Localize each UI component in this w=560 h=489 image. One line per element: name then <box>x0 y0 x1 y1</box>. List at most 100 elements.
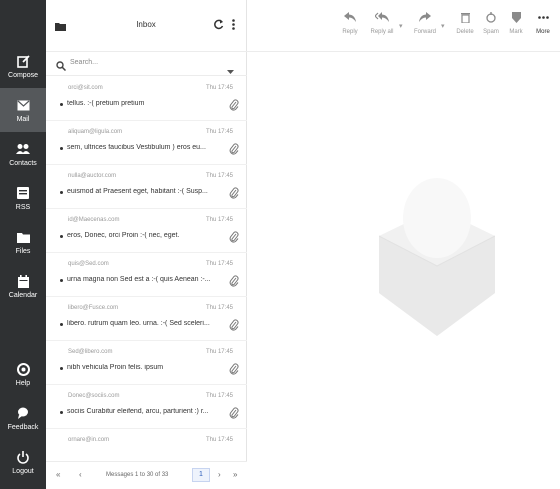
message-date: Thu 17:45 <box>205 437 233 443</box>
message-sender: aliquam@ligula.com <box>68 129 123 135</box>
first-page-button[interactable]: « <box>56 470 60 479</box>
reply-all-button[interactable]: Reply all <box>365 10 399 46</box>
nav-logout[interactable]: Logout <box>0 440 46 484</box>
message-sender: nulla@auctor.com <box>68 173 117 179</box>
message-subject: euismod at Praesent eget, habitant :-( S… <box>67 188 208 195</box>
nav-mail[interactable]: Mail <box>0 88 46 132</box>
attachment-icon <box>229 186 239 199</box>
forward-dropdown[interactable]: ▾ <box>441 22 445 30</box>
message-sender: Donec@sociis.com <box>68 393 120 399</box>
forward-button[interactable]: Forward <box>408 10 442 46</box>
last-page-button[interactable]: » <box>233 470 237 479</box>
message-row[interactable]: nulla@auctor.com Thu 17:45 euismod at Prae… <box>46 165 247 209</box>
message-row[interactable]: aliquam@ligula.com Thu 17:45 sem, ultrices… <box>46 121 247 165</box>
spam-label: Spam <box>483 29 499 35</box>
message-subject: libero. rutrum quam leo. urna. :-( Sed s… <box>67 320 210 327</box>
search-input[interactable]: Search... <box>70 59 98 66</box>
unread-dot-icon <box>60 323 63 326</box>
message-date: Thu 17:45 <box>205 129 233 135</box>
refresh-icon[interactable] <box>213 17 224 35</box>
next-page-button[interactable]: › <box>218 470 221 479</box>
rss-icon <box>15 185 31 201</box>
message-sender: libero@Fusce.com <box>68 305 119 311</box>
message-sender: id@Maecenas.com <box>68 217 120 223</box>
nav-calendar[interactable]: Calendar <box>0 264 46 308</box>
message-subject: nibh vehicula Proin felis. ipsum <box>67 364 164 371</box>
reply-all-label: Reply all <box>370 29 394 35</box>
nav-feedback-label: Feedback <box>7 424 39 431</box>
message-sender: ornare@in.com <box>68 437 110 443</box>
message-row[interactable]: quis@Sed.com Thu 17:45 urna magna non Sed … <box>46 253 247 297</box>
unread-dot-icon <box>60 367 63 370</box>
message-preview-pane <box>247 52 560 489</box>
mark-label: Mark <box>509 29 523 35</box>
folder-icon[interactable] <box>55 18 66 36</box>
unread-dot-icon <box>60 147 63 150</box>
message-date: Thu 17:45 <box>205 217 233 223</box>
nav-compose-label: Compose <box>8 72 38 79</box>
message-subject: eros, Donec, orci Proin :-( nec, eget. <box>67 232 180 239</box>
nav-files[interactable]: Files <box>0 220 46 264</box>
message-row[interactable]: Donec@sociis.com Thu 17:45 sociis Curabitu… <box>46 385 247 429</box>
message-row[interactable]: libero@Fusce.com Thu 17:45 libero. rutrum … <box>46 297 247 341</box>
unread-dot-icon <box>60 191 63 194</box>
message-sender: quis@Sed.com <box>68 261 109 267</box>
attachment-icon <box>229 406 239 419</box>
message-toolbar: Reply Reply all ▾ Forward ▾ Delete Spam … <box>247 0 560 52</box>
message-list-panel: Inbox Search... orci@sit.com Thu 17:45 tel… <box>46 0 247 489</box>
message-subject: tellus. :-( pretium pretium <box>67 100 145 107</box>
spam-icon <box>484 10 498 24</box>
attachment-icon <box>229 362 239 375</box>
message-row[interactable]: Sed@libero.com Thu 17:45 nibh vehicula Pro… <box>46 341 247 385</box>
nav-rss[interactable]: RSS <box>0 176 46 220</box>
folder-title: Inbox <box>136 20 156 29</box>
message-date: Thu 17:45 <box>205 349 233 355</box>
message-sender: orci@sit.com <box>68 85 103 91</box>
unread-dot-icon <box>60 235 63 238</box>
unread-dot-icon <box>60 103 63 106</box>
search-bar[interactable]: Search... <box>46 52 247 76</box>
attachment-icon <box>229 142 239 155</box>
nav-files-label: Files <box>15 248 31 255</box>
nav-feedback[interactable]: Feedback <box>0 396 46 440</box>
reply-label: Reply <box>342 29 358 35</box>
menu-dots-icon[interactable] <box>232 17 235 35</box>
nav-rail: Compose Mail Contacts RSS Files Calendar… <box>0 0 46 489</box>
attachment-icon <box>229 230 239 243</box>
page-number-input[interactable]: 1 <box>192 468 210 482</box>
reply-icon <box>343 10 357 24</box>
prev-page-button[interactable]: ‹ <box>79 470 82 479</box>
attachment-icon <box>229 274 239 287</box>
mail-icon <box>15 97 31 113</box>
message-date: Thu 17:45 <box>205 305 233 311</box>
nav-contacts[interactable]: Contacts <box>0 132 46 176</box>
message-sender: Sed@libero.com <box>68 349 113 355</box>
empty-mailbox-watermark <box>378 178 496 341</box>
nav-compose[interactable]: Compose <box>0 44 46 88</box>
nav-logout-label: Logout <box>12 468 34 475</box>
reply-all-icon <box>375 10 389 24</box>
message-date: Thu 17:45 <box>205 85 233 91</box>
help-icon <box>15 361 31 377</box>
nav-help[interactable]: Help <box>0 352 46 396</box>
search-icon <box>56 58 67 76</box>
more-label: More <box>536 29 550 35</box>
delete-label: Delete <box>456 29 474 35</box>
message-date: Thu 17:45 <box>205 173 233 179</box>
message-subject: urna magna non Sed est a :-( quis Aenean… <box>67 276 211 283</box>
mark-icon <box>509 10 523 24</box>
unread-dot-icon <box>60 279 63 282</box>
reply-button[interactable]: Reply <box>333 10 367 46</box>
contacts-icon <box>15 141 31 157</box>
list-header: Inbox <box>46 0 247 52</box>
mail-app: Compose Mail Contacts RSS Files Calendar… <box>0 0 560 489</box>
message-subject: sem, ultrices faucibus Vestibulum ) eros… <box>67 144 206 151</box>
message-date: Thu 17:45 <box>205 393 233 399</box>
attachment-icon <box>229 98 239 111</box>
message-row[interactable]: id@Maecenas.com Thu 17:45 eros, Donec, orc… <box>46 209 247 253</box>
message-row[interactable]: orci@sit.com Thu 17:45 tellus. :-( pretium… <box>46 77 247 121</box>
reply-all-dropdown[interactable]: ▾ <box>399 22 403 30</box>
more-button[interactable]: More <box>526 10 560 46</box>
folder-icon <box>15 229 31 245</box>
trash-icon <box>458 10 472 24</box>
